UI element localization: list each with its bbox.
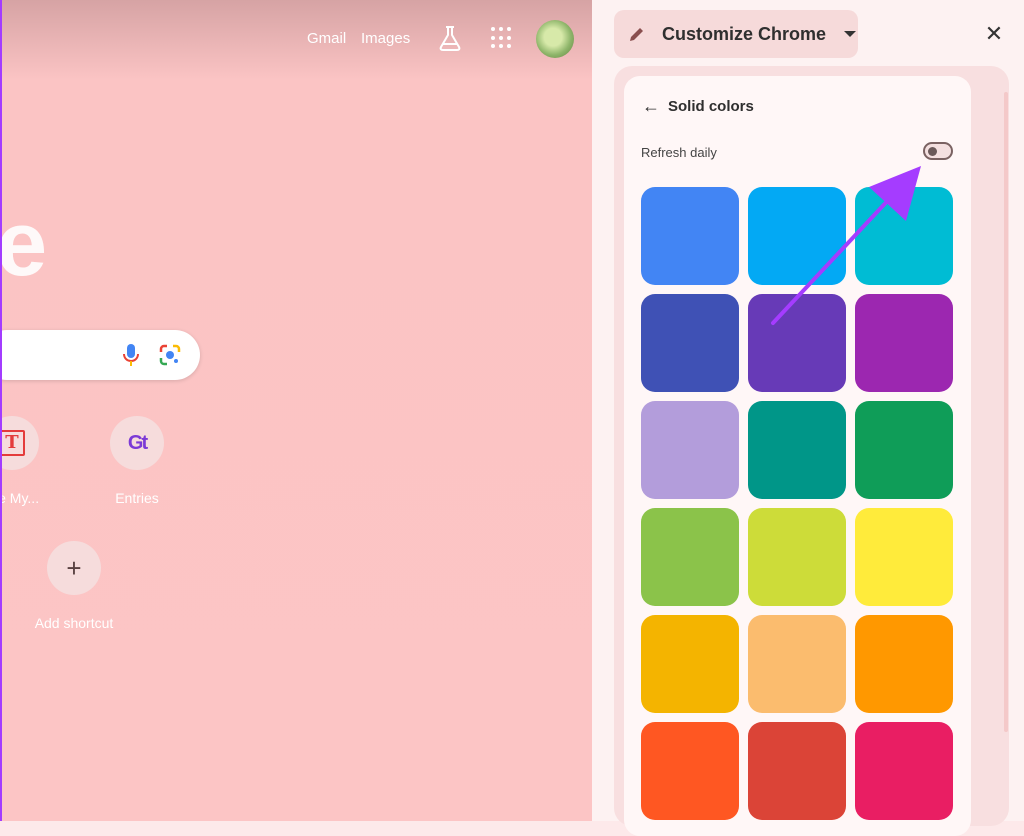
- customize-chrome-panel: Customize Chrome ✕ ← Solid colors Refres…: [592, 0, 1024, 836]
- images-link[interactable]: Images: [361, 30, 410, 47]
- shortcut-item[interactable]: Gt Entries: [77, 416, 197, 506]
- microphone-icon[interactable]: [122, 343, 140, 367]
- color-swatch[interactable]: [748, 401, 846, 499]
- shortcut-icon: Gt: [110, 416, 164, 470]
- scrollbar[interactable]: [1004, 92, 1008, 732]
- color-swatch[interactable]: [855, 401, 953, 499]
- refresh-daily-toggle[interactable]: [923, 142, 953, 160]
- toggle-knob: [928, 147, 937, 156]
- close-icon[interactable]: ✕: [982, 22, 1006, 46]
- back-button[interactable]: ← Solid colors: [642, 96, 754, 117]
- color-swatch[interactable]: [641, 294, 739, 392]
- color-swatch[interactable]: [855, 722, 953, 820]
- color-swatch[interactable]: [748, 722, 846, 820]
- color-swatch[interactable]: [748, 187, 846, 285]
- color-swatch-grid: [641, 187, 953, 820]
- shortcut-icon: T: [2, 416, 39, 470]
- customize-chrome-dropdown[interactable]: Customize Chrome: [614, 10, 858, 58]
- plus-icon: +: [66, 553, 82, 583]
- color-swatch[interactable]: [641, 615, 739, 713]
- refresh-daily-label: Refresh daily: [641, 145, 717, 160]
- google-logo: e: [0, 193, 48, 295]
- back-arrow-icon: ←: [642, 96, 660, 116]
- add-shortcut-label: Add shortcut: [34, 615, 114, 631]
- shortcut-item[interactable]: T lize My...: [2, 416, 72, 506]
- color-swatch[interactable]: [748, 294, 846, 392]
- gt-logo-icon: Gt: [127, 431, 148, 454]
- labs-flask-icon[interactable]: [438, 25, 462, 51]
- avatar[interactable]: [536, 20, 574, 58]
- add-shortcut-icon: +: [47, 541, 101, 595]
- color-swatch[interactable]: [855, 615, 953, 713]
- color-swatch[interactable]: [641, 187, 739, 285]
- panel-title: Customize Chrome: [662, 23, 827, 44]
- color-swatch[interactable]: [641, 401, 739, 499]
- t-icon: T: [2, 430, 25, 456]
- color-swatch[interactable]: [855, 294, 953, 392]
- solid-colors-card: ← Solid colors Refresh daily: [624, 76, 971, 836]
- color-swatch[interactable]: [748, 508, 846, 606]
- google-apps-icon[interactable]: [491, 27, 513, 49]
- google-lens-icon[interactable]: [159, 344, 181, 366]
- color-swatch[interactable]: [641, 722, 739, 820]
- shortcut-label: lize My...: [2, 490, 40, 506]
- color-swatch[interactable]: [641, 508, 739, 606]
- new-tab-page: Gmail Images e T lize My... Gt E: [0, 0, 592, 821]
- add-shortcut-button[interactable]: + Add shortcut: [14, 541, 134, 631]
- gmail-link[interactable]: Gmail: [307, 30, 346, 47]
- shortcut-label: Entries: [115, 490, 159, 506]
- color-swatch[interactable]: [855, 508, 953, 606]
- color-swatch[interactable]: [748, 615, 846, 713]
- pencil-icon: [630, 28, 643, 41]
- search-box[interactable]: [2, 330, 200, 380]
- chevron-down-icon: [844, 31, 857, 37]
- color-swatch[interactable]: [855, 187, 953, 285]
- section-title: Solid colors: [668, 98, 754, 115]
